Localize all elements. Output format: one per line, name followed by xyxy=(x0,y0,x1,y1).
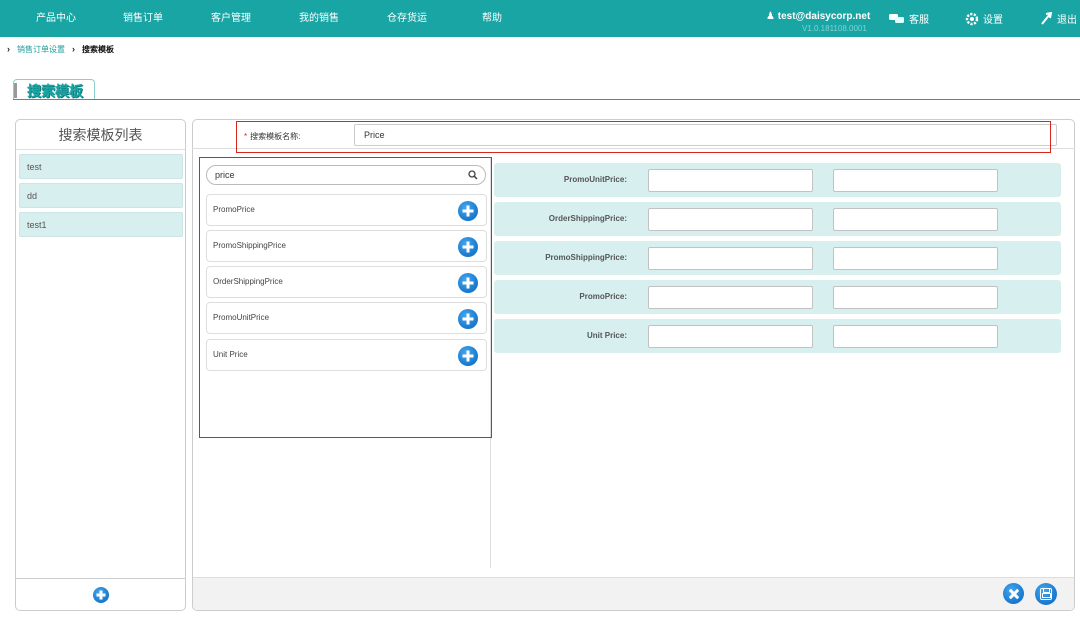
add-field-button[interactable] xyxy=(458,346,478,366)
user-account[interactable]: ♟ test@daisycorp.net xyxy=(766,11,870,22)
template-list-footer xyxy=(16,578,185,610)
logout-icon xyxy=(1041,12,1053,25)
selected-field-label: Unit Price: xyxy=(586,331,627,340)
field-search-box[interactable] xyxy=(206,165,486,185)
selected-field-value-a[interactable] xyxy=(648,169,813,192)
field-result-label: PromoUnitPrice xyxy=(213,313,270,322)
selected-field-value-a[interactable] xyxy=(648,247,813,270)
chat-icon xyxy=(889,13,904,23)
title-accent-bar xyxy=(14,83,17,98)
template-list-item[interactable]: test1 xyxy=(19,212,183,237)
selected-field-label: OrderShippingPrice: xyxy=(548,214,627,223)
cancel-button[interactable] xyxy=(1003,583,1024,604)
field-result-item[interactable]: PromoPrice xyxy=(206,194,487,226)
field-result-label: Unit Price xyxy=(213,350,248,359)
nav-item-warehouse-shipping[interactable]: 仓存货运 xyxy=(387,0,427,37)
selected-field-value-b[interactable] xyxy=(833,247,998,270)
selected-field-row: OrderShippingPrice: xyxy=(494,202,1061,236)
template-list-panel: 搜索模板列表 test dd test1 xyxy=(15,119,186,611)
customer-service-label: 客服 xyxy=(909,15,929,26)
editor-action-bar xyxy=(193,577,1074,610)
selected-field-value-a[interactable] xyxy=(648,325,813,348)
selected-field-label: PromoUnitPrice: xyxy=(563,175,627,184)
add-field-button[interactable] xyxy=(458,237,478,257)
name-row-divider xyxy=(192,148,1075,149)
save-button[interactable] xyxy=(1035,583,1057,605)
selected-field-row: PromoUnitPrice: xyxy=(494,163,1061,197)
add-template-button[interactable] xyxy=(93,587,109,603)
add-field-button[interactable] xyxy=(458,201,478,221)
selected-field-value-b[interactable] xyxy=(833,169,998,192)
field-result-item[interactable]: OrderShippingPrice xyxy=(206,266,487,298)
field-result-item[interactable]: PromoShippingPrice xyxy=(206,230,487,262)
field-result-item[interactable]: Unit Price xyxy=(206,339,487,371)
save-disk-icon xyxy=(1040,588,1052,600)
breadcrumb-current: 搜索模板 xyxy=(82,44,114,54)
nav-item-help[interactable]: 帮助 xyxy=(482,0,502,37)
selected-field-value-b[interactable] xyxy=(833,208,998,231)
template-list-header: 搜索模板列表 xyxy=(16,120,185,150)
nav-item-sales-orders[interactable]: 销售订单 xyxy=(123,0,163,37)
breadcrumb-separator: › xyxy=(72,44,75,54)
settings-button[interactable]: 设置 xyxy=(965,11,1003,26)
template-list-item[interactable]: dd xyxy=(19,183,183,208)
nav-item-my-sales[interactable]: 我的销售 xyxy=(299,0,339,37)
field-result-item[interactable]: PromoUnitPrice xyxy=(206,302,487,334)
customer-service-button[interactable]: 客服 xyxy=(889,11,929,26)
breadcrumb-parent-link[interactable]: 销售订单设置 xyxy=(17,44,65,55)
template-name-label-text: 搜索模板名称: xyxy=(250,132,301,141)
column-divider xyxy=(490,158,491,568)
settings-label: 设置 xyxy=(983,15,1003,26)
selected-field-value-b[interactable] xyxy=(833,325,998,348)
selected-field-value-a[interactable] xyxy=(648,208,813,231)
nav-item-product-center[interactable]: 产品中心 xyxy=(36,0,76,37)
user-email: test@daisycorp.net xyxy=(777,11,871,22)
selected-field-value-a[interactable] xyxy=(648,286,813,309)
selected-field-row: Unit Price: xyxy=(494,319,1061,353)
user-icon: ♟ xyxy=(766,11,775,22)
selected-field-label: PromoShippingPrice: xyxy=(545,253,627,262)
breadcrumb: › 销售订单设置 › 搜索模板 xyxy=(0,43,114,55)
selected-field-row: PromoPrice: xyxy=(494,280,1061,314)
logout-button[interactable]: 退出 xyxy=(1041,11,1077,26)
required-mark: * xyxy=(244,132,248,141)
logout-label: 退出 xyxy=(1057,15,1077,26)
selected-field-label: PromoPrice: xyxy=(579,292,627,301)
field-result-label: PromoPrice xyxy=(213,205,255,214)
field-result-label: PromoShippingPrice xyxy=(213,241,286,250)
add-field-button[interactable] xyxy=(458,309,478,329)
page-title: 搜索模板 xyxy=(27,83,83,99)
search-icon[interactable] xyxy=(468,170,478,180)
template-name-input[interactable] xyxy=(354,124,1057,146)
title-divider xyxy=(13,99,1080,100)
field-search-input[interactable] xyxy=(215,168,465,182)
selected-field-value-b[interactable] xyxy=(833,286,998,309)
field-result-label: OrderShippingPrice xyxy=(213,277,283,286)
selected-field-row: PromoShippingPrice: xyxy=(494,241,1061,275)
gear-icon xyxy=(965,12,979,25)
version-text: V1.0.181108.0001 xyxy=(802,24,867,33)
breadcrumb-separator: › xyxy=(7,44,10,54)
top-nav-bar: 产品中心 销售订单 客户管理 我的销售 仓存货运 帮助 ♟ test@daisy… xyxy=(0,0,1080,37)
nav-item-customer-management[interactable]: 客户管理 xyxy=(211,0,251,37)
add-field-button[interactable] xyxy=(458,273,478,293)
template-name-label: * 搜索模板名称: xyxy=(244,131,300,142)
template-list-item[interactable]: test xyxy=(19,154,183,179)
